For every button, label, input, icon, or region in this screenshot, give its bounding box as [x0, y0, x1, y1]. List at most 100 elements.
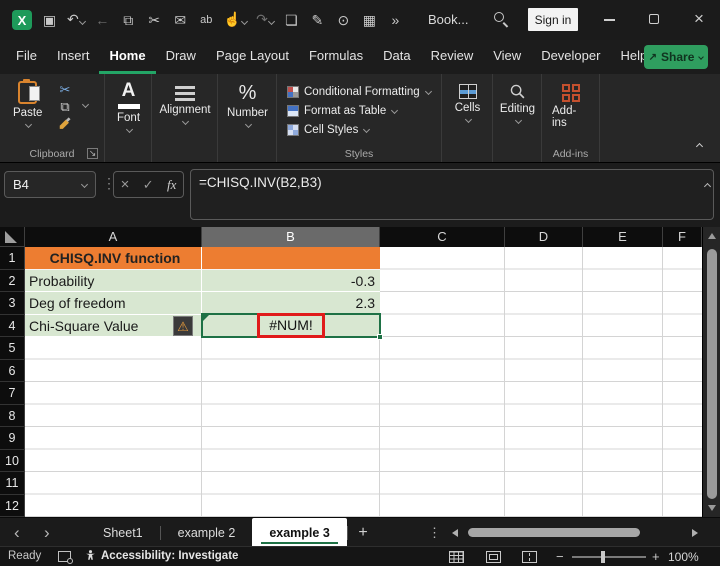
tab-file[interactable]: File — [6, 40, 47, 74]
cells-button[interactable]: Cells — [450, 84, 485, 124]
page-break-view-button[interactable] — [522, 551, 537, 563]
more-commands-icon[interactable]: » — [387, 12, 404, 28]
row-header-8[interactable]: 8 — [0, 404, 25, 427]
tab-developer[interactable]: Developer — [531, 40, 610, 74]
formula-input[interactable]: =CHISQ.INV(B2,B3) — [190, 169, 714, 220]
tab-page-layout[interactable]: Page Layout — [206, 40, 299, 74]
row-header-5[interactable]: 5 — [0, 337, 25, 360]
sheet-tab-sheet1[interactable]: Sheet1 — [86, 518, 160, 547]
row-header-2[interactable]: 2 — [0, 269, 25, 292]
insert-function-icon[interactable]: fx — [167, 177, 176, 193]
scroll-left-icon[interactable] — [452, 529, 458, 537]
scroll-down-icon[interactable] — [708, 505, 716, 511]
tab-review[interactable]: Review — [421, 40, 484, 74]
previous-sheet-icon[interactable]: ‹ — [14, 518, 20, 547]
cell-B1[interactable] — [202, 247, 380, 270]
tab-home[interactable]: Home — [99, 40, 156, 74]
collapse-ribbon-button[interactable] — [695, 136, 704, 154]
paste-button[interactable]: Paste — [13, 79, 42, 129]
number-button[interactable]: % Number — [224, 82, 271, 129]
scroll-up-icon[interactable] — [708, 233, 716, 239]
sheet-options-icon[interactable]: ⋮ — [428, 525, 441, 541]
column-header-E[interactable]: E — [583, 227, 663, 247]
close-button[interactable]: × — [694, 9, 704, 29]
vertical-scroll-thumb[interactable] — [707, 249, 717, 499]
redo-button[interactable]: ↷ — [256, 11, 275, 29]
accessibility-status-button[interactable]: Accessibility: Investigate — [101, 550, 238, 562]
row-header-12[interactable]: 12 — [0, 494, 25, 517]
column-header-B[interactable]: B — [202, 227, 380, 247]
form-icon[interactable]: ▦ — [361, 12, 378, 29]
column-header-F[interactable]: F — [663, 227, 702, 247]
cut-icon[interactable]: ✂ — [60, 83, 71, 97]
tab-formulas[interactable]: Formulas — [299, 40, 373, 74]
cell-B4-selected[interactable]: #NUM! — [201, 313, 383, 340]
cell-styles-button[interactable]: Cell Styles — [277, 120, 441, 139]
undo-button[interactable]: ↶ — [67, 11, 86, 29]
fill-handle[interactable] — [377, 334, 383, 340]
find-replace-icon[interactable]: ab — [198, 14, 215, 26]
excel-logo-icon[interactable]: X — [12, 10, 32, 30]
conditional-formatting-button[interactable]: Conditional Formatting — [277, 82, 441, 101]
row-header-9[interactable]: 9 — [0, 427, 25, 450]
select-all-corner[interactable] — [0, 227, 25, 247]
draw-table-icon[interactable]: ✎ — [309, 12, 326, 29]
zoom-in-button[interactable]: + — [652, 549, 660, 564]
horizontal-scroll-thumb[interactable] — [468, 528, 640, 537]
cell-A3[interactable]: Deg of freedom — [25, 292, 202, 315]
share-button[interactable]: ↗ Share — [644, 45, 708, 69]
row-header-3[interactable]: 3 — [0, 292, 25, 315]
camera-icon[interactable]: ⊙ — [335, 12, 352, 29]
back-icon[interactable]: ← — [94, 12, 111, 28]
name-box[interactable]: B4 — [4, 171, 96, 198]
tab-view[interactable]: View — [483, 40, 531, 74]
add-sheet-button[interactable]: + — [352, 522, 374, 544]
enter-icon[interactable]: ✓ — [143, 177, 154, 193]
row-header-1[interactable]: 1 — [0, 247, 25, 270]
zoom-out-button[interactable]: − — [556, 549, 564, 564]
cancel-icon[interactable]: × — [121, 176, 130, 193]
format-painter-icon[interactable] — [58, 117, 72, 131]
zoom-slider-track[interactable] — [572, 556, 646, 558]
macro-record-icon[interactable] — [58, 551, 73, 564]
cell-B2[interactable]: -0.3 — [202, 269, 380, 292]
tab-data[interactable]: Data — [373, 40, 420, 74]
vertical-scrollbar[interactable] — [702, 227, 720, 517]
save-icon[interactable]: ▣ — [41, 12, 58, 29]
addins-button[interactable]: Add-ins — [552, 84, 590, 129]
search-icon[interactable] — [494, 12, 509, 28]
sheet-tab-example-3[interactable]: example 3 — [252, 518, 347, 547]
next-sheet-icon[interactable]: › — [44, 518, 50, 547]
column-header-D[interactable]: D — [505, 227, 583, 247]
touch-mode-button[interactable]: ☝ — [224, 11, 249, 29]
tab-draw[interactable]: Draw — [156, 40, 206, 74]
error-warning-button[interactable]: ⚠ — [173, 316, 193, 336]
alignment-button[interactable]: Alignment — [159, 86, 211, 126]
minimize-button[interactable] — [604, 19, 615, 21]
copy-icon[interactable]: ⧉ — [120, 12, 137, 29]
cell-area[interactable]: CHISQ.INV function Probability -0.3 Deg … — [25, 247, 702, 517]
chevron-down-icon[interactable] — [81, 100, 90, 109]
font-button[interactable]: A Font — [117, 81, 140, 134]
cell-A2[interactable]: Probability — [25, 269, 202, 292]
sign-in-button[interactable]: Sign in — [528, 8, 578, 31]
normal-view-button[interactable] — [449, 551, 464, 563]
email-icon[interactable]: ✉ — [172, 12, 189, 29]
column-header-C[interactable]: C — [380, 227, 505, 247]
row-header-4[interactable]: 4 — [0, 314, 25, 337]
row-header-10[interactable]: 10 — [0, 449, 25, 472]
cell-A1[interactable]: CHISQ.INV function — [25, 247, 202, 270]
row-header-7[interactable]: 7 — [0, 382, 25, 405]
copy-icon[interactable]: ⧉ — [60, 100, 69, 114]
expand-formula-bar-icon[interactable] — [703, 176, 712, 194]
tab-insert[interactable]: Insert — [47, 40, 100, 74]
zoom-slider-handle[interactable] — [601, 551, 605, 563]
new-document-icon[interactable]: ❏ — [283, 12, 300, 29]
format-as-table-button[interactable]: Format as Table — [277, 101, 441, 120]
row-header-11[interactable]: 11 — [0, 472, 25, 495]
zoom-level[interactable]: 100% — [668, 550, 699, 564]
row-header-6[interactable]: 6 — [0, 359, 25, 382]
cell-B3[interactable]: 2.3 — [202, 292, 380, 315]
clipboard-dialog-launcher-icon[interactable]: ↘ — [87, 148, 98, 159]
column-header-A[interactable]: A — [25, 227, 202, 247]
